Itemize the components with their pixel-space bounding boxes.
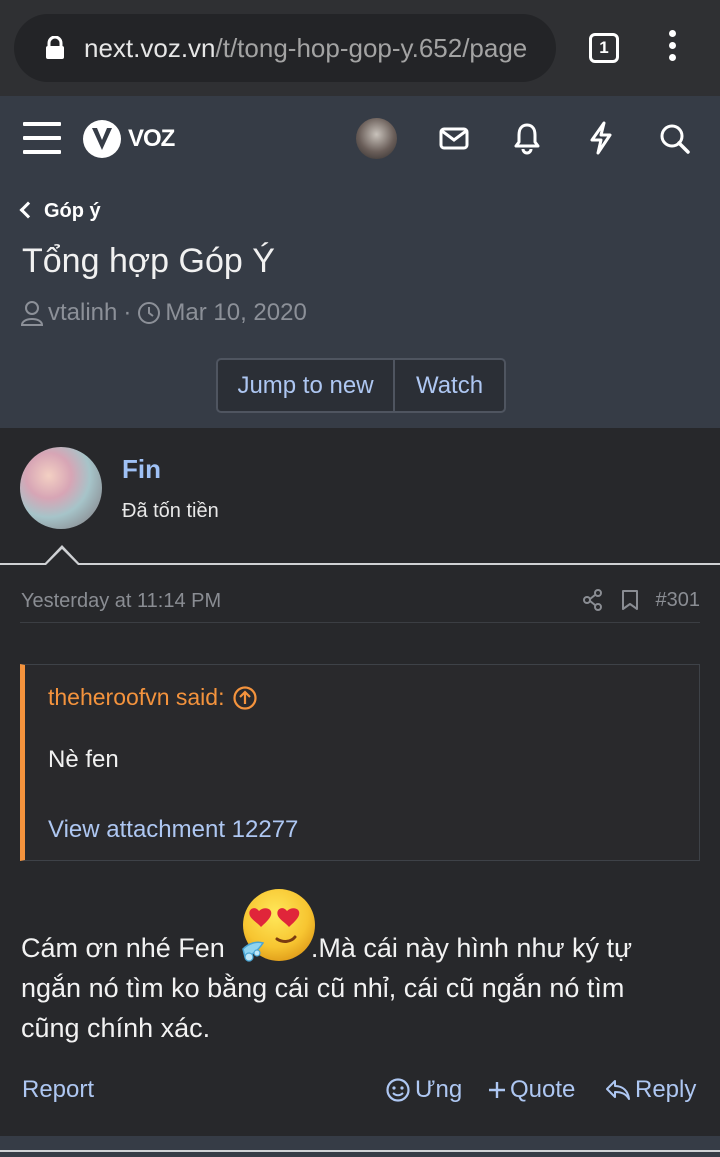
- thread-meta: vtalinh · Mar 10, 2020: [20, 299, 307, 327]
- message-text-b: .Mà cái này hình như ký tự: [310, 933, 633, 963]
- voz-logo-icon: [83, 120, 121, 158]
- clock-icon: [138, 302, 161, 324]
- tab-switcher-button[interactable]: 1: [589, 33, 619, 63]
- logo-text: VOZ: [128, 125, 175, 152]
- browser-toolbar: next.voz.vn/t/tong-hop-gop-y.652/page 1: [0, 0, 720, 96]
- quote-button[interactable]: Quote: [487, 1076, 575, 1104]
- reply-label: Reply: [635, 1076, 697, 1103]
- bell-icon[interactable]: [510, 119, 544, 157]
- lock-icon: [46, 36, 64, 59]
- mail-icon[interactable]: [437, 119, 471, 157]
- attachment-link[interactable]: View attachment 12277: [48, 816, 298, 844]
- thread-button-group: Jump to new Watch: [216, 358, 506, 413]
- bookmark-icon[interactable]: [620, 588, 640, 612]
- author-avatar[interactable]: [20, 447, 102, 529]
- heart-eyes-emoji-icon: [242, 889, 315, 962]
- quote-label: Quote: [510, 1076, 576, 1103]
- jump-to-new-button[interactable]: Jump to new: [218, 360, 395, 411]
- chevron-left-icon: [19, 201, 37, 219]
- breadcrumb-label: Góp ý: [44, 200, 101, 222]
- react-button[interactable]: Ưng: [385, 1076, 462, 1104]
- smile-icon: [386, 1078, 410, 1102]
- site-logo[interactable]: VOZ: [82, 119, 175, 159]
- quote-author-label: theheroofvn said:: [48, 684, 225, 710]
- share-icon[interactable]: [582, 588, 604, 612]
- post-time[interactable]: Yesterday at 11:14 PM: [21, 590, 221, 613]
- message-line-1: Cám ơn nhé Fen .Mà cái này hình như ký tự: [21, 928, 632, 968]
- pointer-arrow-inner: [46, 549, 78, 565]
- message-line-3: cũng chính xác.: [21, 1013, 211, 1043]
- quote-author[interactable]: theheroofvn said:: [48, 684, 258, 711]
- user-avatar[interactable]: [356, 118, 397, 159]
- edge-line: [0, 1150, 720, 1152]
- post-number[interactable]: #301: [656, 589, 701, 612]
- reply-button[interactable]: Reply: [605, 1076, 696, 1104]
- thread-date[interactable]: Mar 10, 2020: [165, 299, 306, 327]
- more-menu-icon[interactable]: [662, 30, 682, 66]
- author-name[interactable]: Fin: [122, 454, 161, 485]
- report-link[interactable]: Report: [22, 1076, 94, 1104]
- meta-separator: ·: [123, 299, 132, 326]
- address-bar[interactable]: next.voz.vn/t/tong-hop-gop-y.652/page: [14, 14, 556, 82]
- reply-icon: [606, 1080, 630, 1100]
- next-post-edge: [0, 1136, 720, 1157]
- user-icon: [20, 301, 44, 326]
- search-icon[interactable]: [657, 119, 691, 157]
- arrow-up-circle-icon[interactable]: [232, 685, 258, 711]
- react-label: Ưng: [415, 1076, 463, 1103]
- plus-icon: [489, 1082, 505, 1098]
- post-footer-actions: Report Ưng Quote Reply: [0, 1072, 720, 1110]
- thread-starter[interactable]: vtalinh: [48, 299, 117, 327]
- watch-button[interactable]: Watch: [395, 360, 504, 411]
- message-line-2: ngắn nó tìm ko bằng cái cũ nhỉ, cái cũ n…: [21, 973, 625, 1003]
- lightning-icon[interactable]: [584, 119, 618, 157]
- message-text-a: Cám ơn nhé Fen: [21, 933, 225, 963]
- post-meta-actions: #301: [582, 588, 701, 612]
- breadcrumb[interactable]: Góp ý: [19, 200, 101, 223]
- url-host: next.voz.vn: [84, 33, 216, 63]
- author-title: Đã tốn tiền: [122, 500, 219, 522]
- page-title: Tổng hợp Góp Ý: [22, 242, 275, 280]
- url-path: /t/tong-hop-gop-y.652/page: [215, 33, 528, 63]
- post-divider: [20, 622, 700, 623]
- url-text: next.voz.vn/t/tong-hop-gop-y.652/page: [84, 33, 552, 64]
- menu-icon[interactable]: [23, 122, 61, 154]
- divider: [0, 563, 720, 565]
- quote-text: Nè fen: [48, 746, 119, 773]
